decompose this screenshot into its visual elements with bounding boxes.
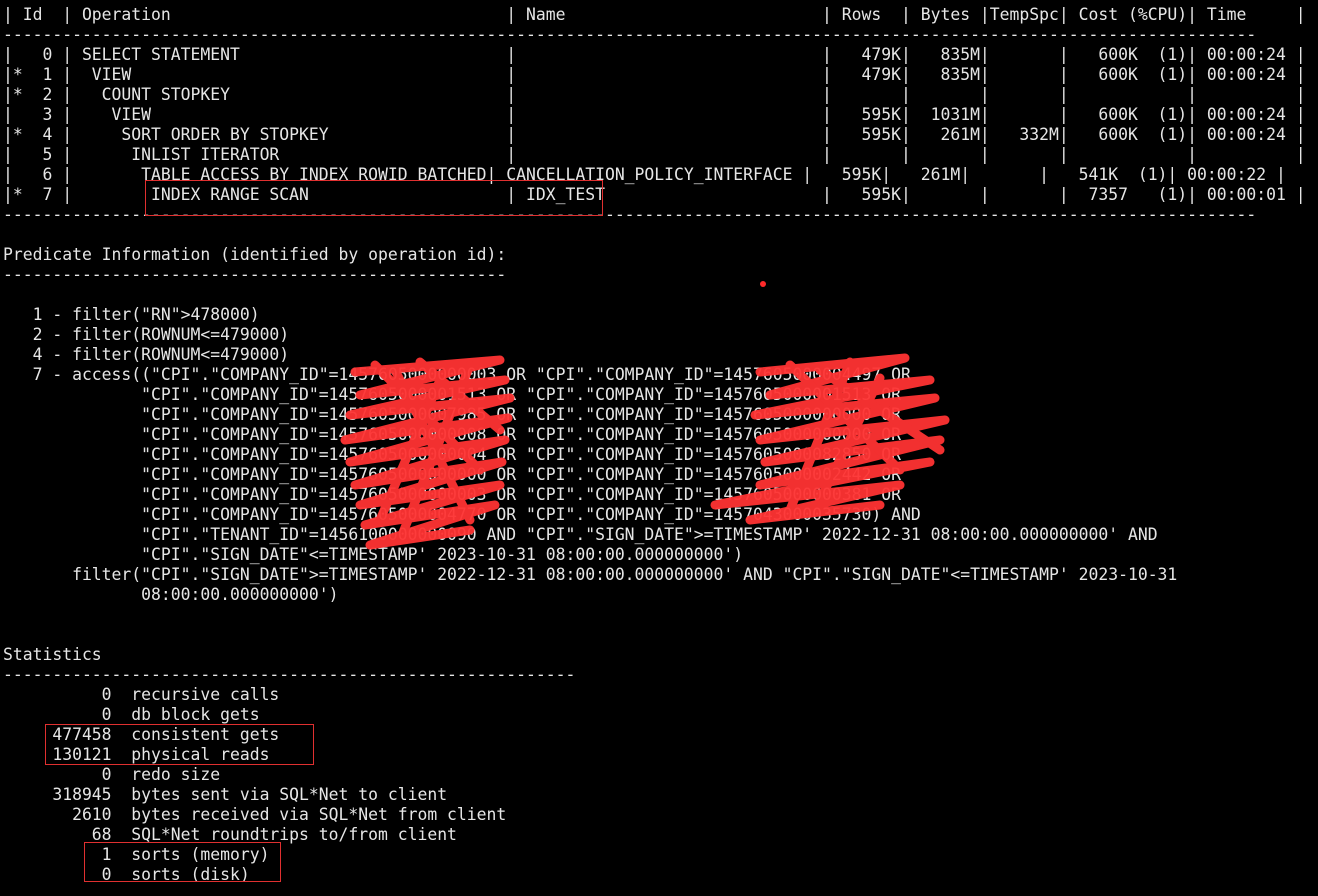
redaction-left bbox=[340, 355, 515, 550]
redaction-right bbox=[710, 353, 950, 525]
redaction-scribbles bbox=[340, 353, 950, 550]
